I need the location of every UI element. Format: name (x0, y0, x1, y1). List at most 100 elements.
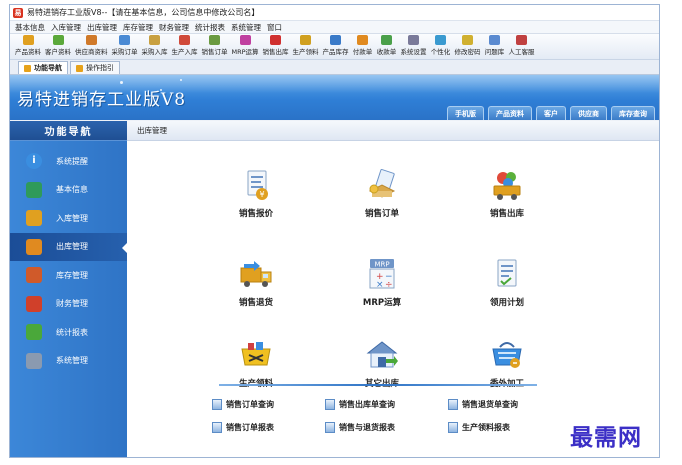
document-icon (325, 399, 335, 410)
toolbar-label: 系统设置 (400, 48, 427, 56)
func-label: 销售报价 (238, 209, 273, 219)
menu-item-reports[interactable]: 统计报表 (192, 22, 228, 33)
quick-tab-customers[interactable]: 客户 (536, 106, 566, 120)
report-icon (325, 422, 335, 433)
sparkle-icon (180, 79, 182, 81)
quick-tab-stock-query[interactable]: 库存查询 (611, 106, 655, 120)
menu-item-window[interactable]: 窗口 (264, 22, 285, 33)
tab-operation-guide[interactable]: 操作指引 (70, 61, 120, 74)
link-sales-order-report[interactable]: 销售订单报表 (212, 422, 274, 433)
toolbar-button[interactable]: 销售订单 (200, 34, 230, 56)
sidebar-item[interactable]: 出库管理 (10, 232, 128, 261)
toolbar-button[interactable]: 生产入库 (170, 34, 200, 56)
toolbar-label: 客户资料 (45, 48, 71, 56)
toolbar-button[interactable]: 供应商资料 (73, 34, 110, 56)
svg-text:×: × (376, 280, 384, 290)
toolbar-button[interactable]: 采购订单 (110, 34, 140, 56)
toolbar-icon (489, 35, 501, 45)
toolbar-label: 问题库 (484, 48, 505, 56)
toolbar-icon (52, 35, 64, 45)
menu-item-inventory[interactable]: 库存管理 (120, 22, 156, 33)
outbound-box-icon (26, 238, 42, 255)
main-area: 功能导航 i 系统提醒 基本信息 入库管理 出库管理 库存管理财务管理统计报表系统管理 出… (10, 121, 659, 457)
toolbar-button[interactable]: 产品资料 (13, 34, 43, 56)
toolbar-button[interactable]: 修改密码 (453, 34, 483, 56)
toolbar-icon (179, 35, 190, 45)
link-label: 销售订单报表 (226, 423, 274, 432)
func-production-picking[interactable]: 生产领料 (206, 339, 306, 389)
link-sales-return-report[interactable]: 销售与退货报表 (325, 422, 395, 433)
sidebar-item[interactable]: 统计报表 (10, 318, 127, 347)
menu-item-outbound[interactable]: 出库管理 (84, 22, 120, 33)
func-other-outbound[interactable]: 其它出库 (332, 339, 432, 389)
func-sales-return[interactable]: 销售退货 (206, 258, 306, 308)
mrp-calc-icon: MRP + − × ÷ (364, 258, 400, 290)
sidebar-item[interactable]: 系统管理 (10, 347, 127, 376)
toolbar-button[interactable]: 销售出库 (261, 34, 291, 56)
menu-item-finance[interactable]: 财务管理 (156, 22, 192, 33)
toolbar-button[interactable]: 收款单 (375, 34, 399, 56)
toolbar-icon (209, 35, 220, 45)
brand-banner: 易特进销存工业版V8 手机版 产品资料 客户 供应商 库存查询 (10, 75, 659, 120)
toolbar: 产品资料 客户资料 供应商资料 采购订单 采购入库 生产入库 销售订单 MRP运算 销售出库 生产… (10, 34, 659, 60)
sidebar-item[interactable]: 基本信息 (10, 176, 127, 205)
sidebar-nav: i 系统提醒 基本信息 入库管理 出库管理 库存管理财务管理统计报表系统管理 (10, 141, 128, 376)
func-label: MRP运算 (362, 298, 402, 308)
report-icon (212, 422, 222, 433)
sidebar-item[interactable]: i 系统提醒 (10, 147, 127, 176)
watermark: 最需网 (570, 424, 642, 451)
func-usage-plan[interactable]: 领用计划 (457, 258, 557, 308)
func-label: 生产领料 (239, 377, 273, 389)
toolbar-label: 销售出库 (262, 48, 289, 56)
sidebar-item[interactable]: 入库管理 (10, 204, 127, 233)
toolbar-label: 人工客服 (508, 48, 535, 56)
toolbar-button[interactable]: 付款单 (351, 34, 375, 56)
toolbar-button[interactable]: MRP运算 (230, 34, 261, 56)
toolbar-button[interactable]: 人工客服 (507, 34, 537, 56)
quick-tab-mobile[interactable]: 手机版 (447, 106, 484, 120)
func-sales-quote[interactable]: ¥ 销售报价 (206, 169, 306, 219)
link-label: 销售出库单查询 (339, 400, 395, 409)
toolbar-label: 销售订单 (201, 48, 228, 56)
toolbar-icon (85, 35, 97, 45)
toolbar-icon (435, 35, 447, 45)
toolbar-button[interactable]: 个性化 (429, 34, 453, 56)
sidebar-item[interactable]: 库存管理 (10, 261, 127, 290)
sidebar-item-label: 财务管理 (56, 299, 88, 309)
func-outsourcing[interactable]: 委外加工 (457, 339, 557, 389)
app-logo-icon: 易 (13, 7, 23, 18)
quick-tab-suppliers[interactable]: 供应商 (570, 106, 607, 120)
toolbar-icon (119, 35, 130, 45)
sidebar-item[interactable]: 财务管理 (10, 290, 127, 319)
func-sales-order[interactable]: 销售订单 (332, 169, 432, 219)
toolbar-button[interactable]: 采购入库 (140, 34, 170, 56)
toolbar-button[interactable]: 产品库存 (321, 34, 351, 56)
title-bar: 易 易特进销存工业版V8--【请在基本信息，公司信息中修改公司名】 (10, 5, 659, 21)
toolbar-icon (239, 35, 251, 45)
toolbar-button[interactable]: 客户资料 (43, 34, 73, 56)
toolbar-button[interactable]: 问题库 (483, 34, 507, 56)
sidebar-item-label: 统计报表 (56, 327, 88, 337)
quick-tab-products[interactable]: 产品资料 (488, 106, 532, 120)
menu-item-system[interactable]: 系统管理 (228, 22, 264, 33)
toolbar-label: 供应商资料 (75, 48, 108, 56)
toolbar-button[interactable]: 生产领料 (291, 34, 321, 56)
bar-chart-icon (26, 324, 42, 341)
tab-label: 功能导航 (34, 64, 62, 72)
sidebar-header: 功能导航 (10, 121, 127, 141)
func-sales-outbound[interactable]: 销售出库 (457, 169, 557, 219)
sidebar-item-label: 系统管理 (56, 356, 88, 366)
link-sales-order-query[interactable]: 销售订单查询 (212, 399, 274, 410)
toolbar-button[interactable]: 系统设置 (399, 34, 429, 56)
link-sales-outbound-query[interactable]: 销售出库单查询 (325, 399, 395, 410)
menu-item-basic-info[interactable]: 基本信息 (12, 22, 48, 33)
link-sales-return-query[interactable]: 销售退货单查询 (448, 399, 518, 410)
tab-function-nav[interactable]: 功能导航 (18, 61, 68, 74)
menu-item-inbound[interactable]: 入库管理 (48, 22, 84, 33)
toolbar-label: 生产领料 (292, 48, 319, 56)
link-production-picking-report[interactable]: 生产领料报表 (448, 422, 510, 433)
link-label: 销售订单查询 (226, 400, 274, 409)
usage-plan-icon (489, 258, 525, 290)
func-mrp-calc[interactable]: MRP + − × ÷ MRP运算 (332, 258, 432, 308)
mrp-badge: MRP (374, 261, 389, 269)
